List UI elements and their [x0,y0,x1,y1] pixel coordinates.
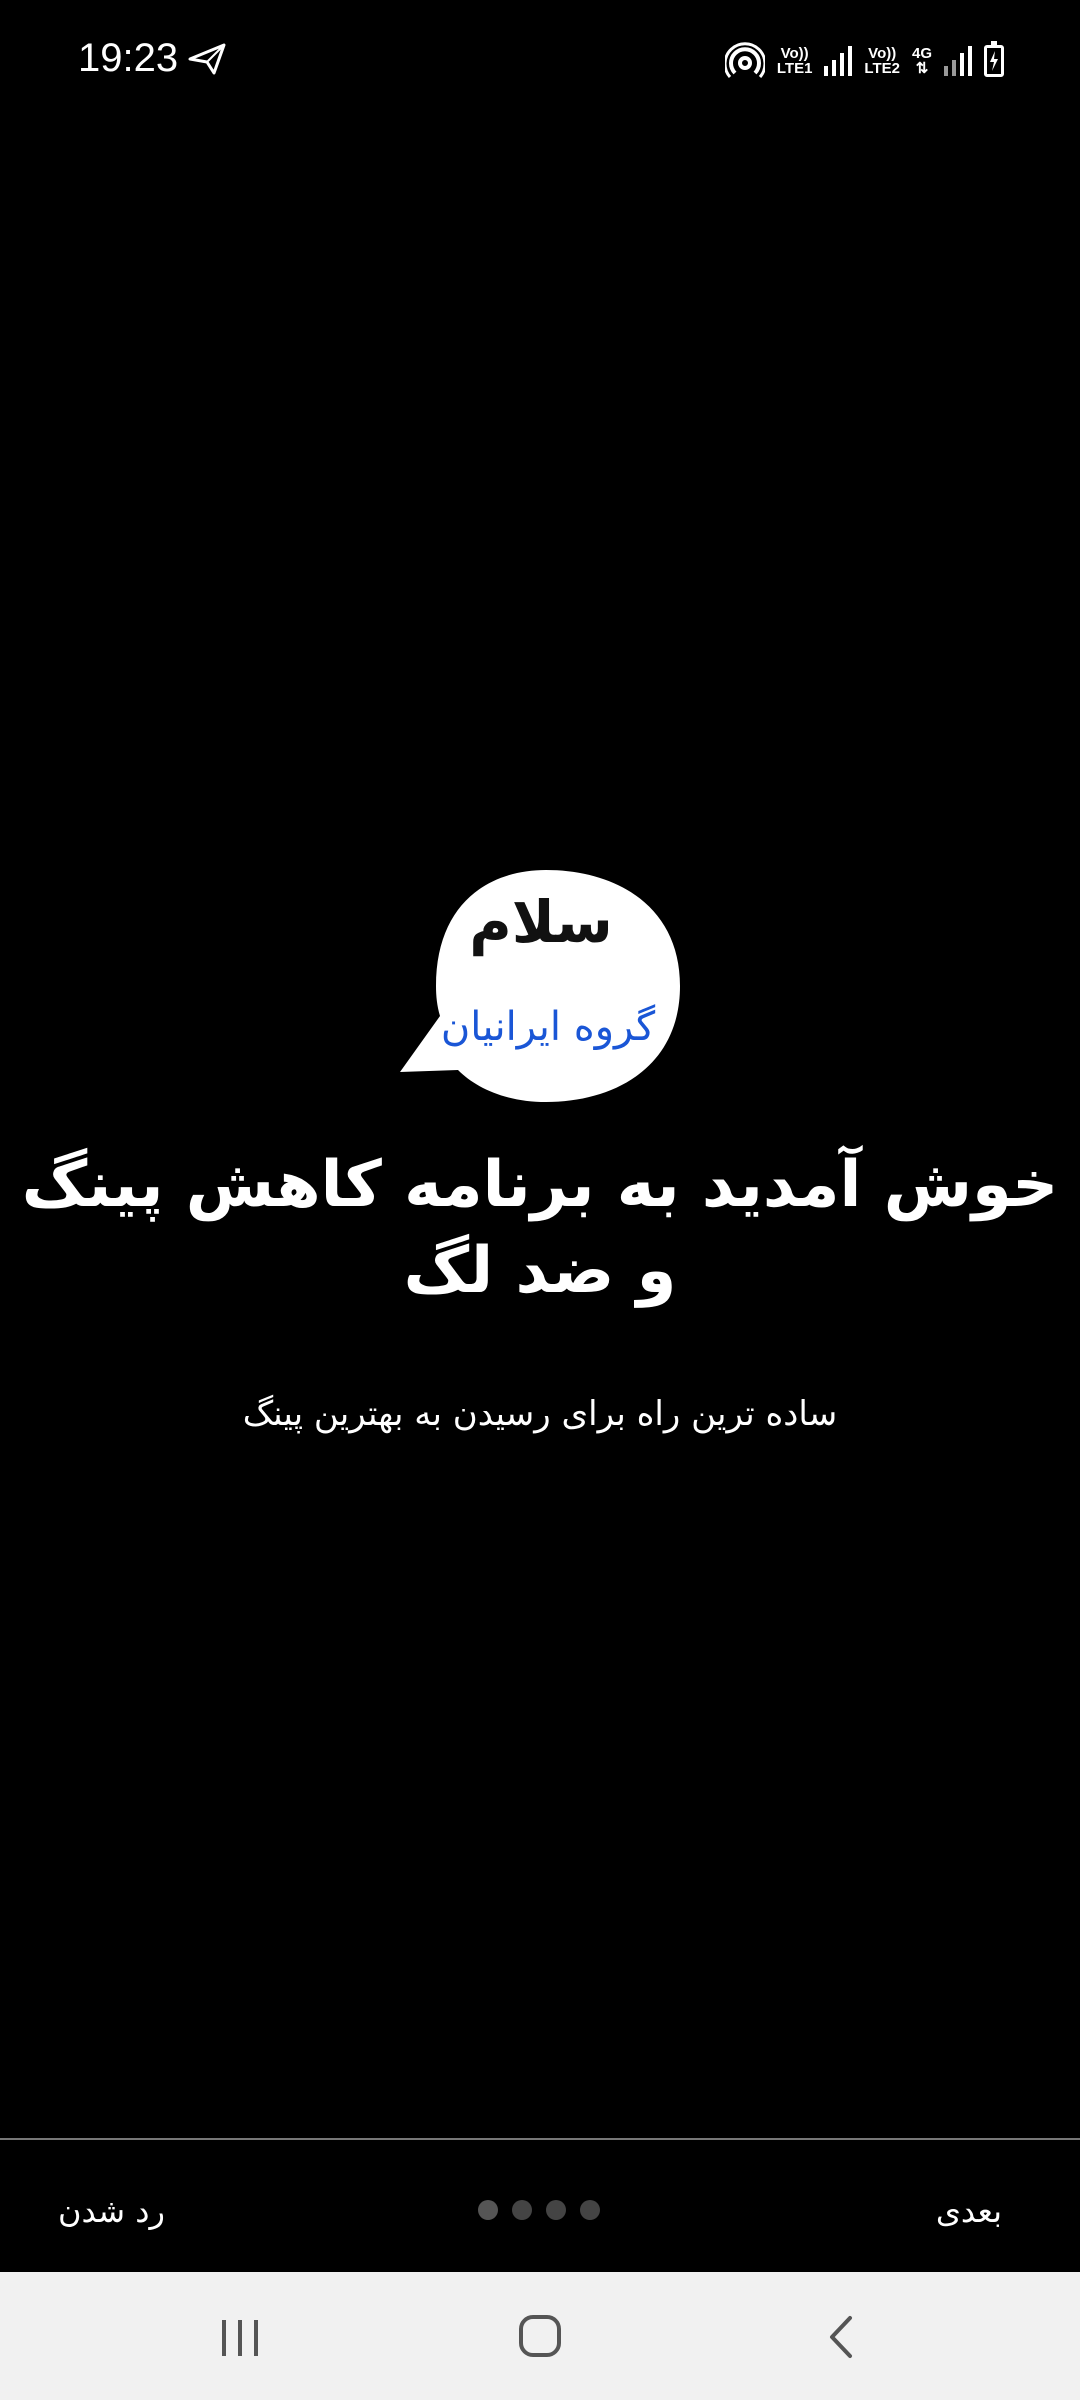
sim1-lte: LTE1 [776,60,813,77]
recents-icon[interactable] [218,2318,262,2358]
system-nav-bar [0,2272,1080,2400]
welcome-title: خوش آمدید به برنامه کاهش پینگ و ضد لگ [21,1148,1059,1308]
onboarding-footer: رد شدن بعدی [0,2140,1080,2272]
page-dot [546,2200,566,2220]
hotspot-icon [724,42,765,78]
signal-icon [824,46,853,76]
page-dot [512,2200,532,2220]
logo-text-hello: سلام [469,888,613,956]
signal-icon-2 [944,46,972,76]
status-bar: 19:23 Vo)) LTE1 Vo)) LTE2 4G ⇅ [0,0,1080,126]
status-icons: Vo)) LTE1 Vo)) LTE2 4G ⇅ [724,38,1004,84]
home-icon[interactable] [518,2314,562,2358]
network-type: 4G ⇅ [912,46,932,76]
page-dot [580,2200,600,2220]
battery-charging-icon [984,41,1004,77]
network-label: 4G [911,45,932,62]
back-icon[interactable] [826,2314,856,2360]
data-arrows-icon: ⇅ [915,60,929,77]
sim2-label: Vo)) LTE2 [864,46,900,76]
skip-button[interactable]: رد شدن [58,2192,165,2230]
sim1-volte: Vo)) [780,45,809,62]
sim2-volte: Vo)) [868,45,897,62]
send-icon [188,43,226,75]
logo-text-group: گروه ایرانیان [440,1004,656,1050]
page-indicator [478,2200,600,2220]
next-button[interactable]: بعدی [936,2192,1002,2230]
sim2-lte: LTE2 [864,60,900,77]
status-time: 19:23 [78,36,179,80]
sim1-label: Vo)) LTE1 [777,46,813,76]
page-dot [478,2200,498,2220]
welcome-subtitle: ساده ترین راه برای رسیدن به بهترین پینگ [242,1394,838,1434]
